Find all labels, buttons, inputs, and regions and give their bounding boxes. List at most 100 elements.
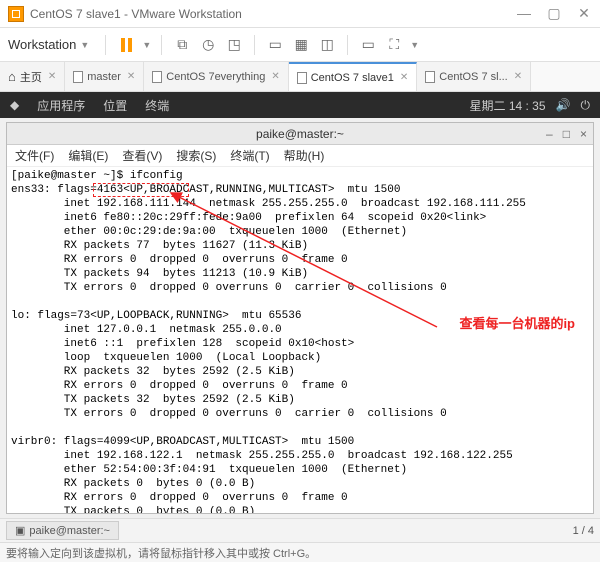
terminal-line: ether 52:54:00:3f:04:91 txqueuelen 1000 … — [11, 463, 589, 477]
menu-terminal[interactable]: 终端(T) — [230, 147, 269, 164]
chevron-down-icon: ▼ — [80, 40, 89, 50]
vmware-titlebar: CentOS 7 slave1 - VMware Workstation — ▢… — [0, 0, 600, 28]
terminal-menu[interactable]: 终端 — [145, 97, 169, 114]
terminal-line: virbr0: flags=4099<UP,BROADCAST,MULTICAS… — [11, 435, 589, 449]
terminal-line: TX errors 0 dropped 0 overruns 0 carrier… — [11, 407, 589, 421]
terminal-line: TX packets 0 bytes 0 (0.0 B) — [11, 505, 589, 513]
separator — [105, 35, 106, 55]
vmware-hint-bar: 要将输入定向到该虚拟机，请将鼠标指针移入其中或按 Ctrl+G。 — [0, 542, 600, 562]
guest-statusbar: ▣ paike@master:~ 1 / 4 — [0, 518, 600, 542]
input-redirect-hint: 要将输入定向到该虚拟机，请将鼠标指针移入其中或按 Ctrl+G。 — [6, 548, 316, 560]
tab-centos-slave1[interactable]: CentOS 7 slave1 ✕ — [289, 62, 418, 91]
screenshot-button[interactable]: ◳ — [224, 35, 244, 55]
terminal-line: [paike@master ~]$ ifconfig — [11, 169, 589, 183]
library-button[interactable]: ▭ — [358, 35, 378, 55]
terminal-line: RX errors 0 dropped 0 overruns 0 frame 0 — [11, 379, 589, 393]
terminal-line: RX errors 0 dropped 0 overruns 0 frame 0 — [11, 491, 589, 505]
terminal-line: TX packets 94 bytes 11213 (10.9 KiB) — [11, 267, 589, 281]
menu-search[interactable]: 搜索(S) — [176, 147, 216, 164]
vmware-icon — [8, 6, 24, 22]
unity-button[interactable]: ◫ — [317, 35, 337, 55]
doc-icon — [297, 72, 307, 84]
workstation-menu[interactable]: Workstation ▼ — [8, 37, 95, 52]
home-icon: ⌂ — [8, 69, 16, 84]
maximize-button[interactable]: □ — [563, 127, 570, 141]
close-icon[interactable]: ✕ — [48, 71, 56, 82]
window-title: CentOS 7 slave1 - VMware Workstation — [30, 7, 516, 21]
terminal-line: ens33: flags=4163<UP,BROADCAST,RUNNING,M… — [11, 183, 589, 197]
close-icon[interactable]: ✕ — [514, 71, 522, 82]
terminal-body[interactable]: [paike@master ~]$ ifconfigens33: flags=4… — [7, 167, 593, 513]
tab-label: CentOS 7everything — [166, 71, 265, 83]
tab-label: CentOS 7 slave1 — [311, 72, 394, 84]
terminal-titlebar[interactable]: paike@master:~ – □ × — [7, 123, 593, 145]
terminal-line: inet 192.168.111.144 netmask 255.255.255… — [11, 197, 589, 211]
close-button[interactable]: × — [580, 127, 587, 141]
chevron-down-icon[interactable]: ▼ — [142, 40, 151, 50]
vmware-toolbar: Workstation ▼ ▼ ⧉ ◷ ◳ ▭ ▦ ◫ ▭ ⛶ ▼ — [0, 28, 600, 62]
terminal-line: RX packets 77 bytes 11627 (11.3 KiB) — [11, 239, 589, 253]
snapshot-button[interactable]: ◷ — [198, 35, 218, 55]
terminal-icon: ▣ — [15, 524, 25, 537]
doc-icon — [425, 71, 435, 83]
terminal-line: RX errors 0 dropped 0 overruns 0 frame 0 — [11, 253, 589, 267]
menu-file[interactable]: 文件(F) — [15, 147, 54, 164]
send-keys-button[interactable]: ⧉ — [172, 35, 192, 55]
terminal-line: RX packets 32 bytes 2592 (2.5 KiB) — [11, 365, 589, 379]
tab-label: CentOS 7 sl... — [439, 71, 507, 83]
taskbar-label: paike@master:~ — [29, 525, 110, 537]
tab-master[interactable]: master ✕ — [65, 62, 144, 91]
tab-centos-slave-more[interactable]: CentOS 7 sl... ✕ — [417, 62, 531, 91]
tab-home[interactable]: ⌂ 主页 ✕ — [0, 62, 65, 91]
activities-icon[interactable]: ◆ — [10, 98, 19, 112]
close-button[interactable]: ✕ — [576, 5, 592, 22]
tab-label: master — [87, 71, 121, 83]
terminal-window: paike@master:~ – □ × 文件(F) 编辑(E) 查看(V) 搜… — [6, 122, 594, 514]
power-icon[interactable]: ⏻ — [581, 98, 591, 113]
separator — [254, 35, 255, 55]
terminal-line — [11, 421, 589, 435]
menu-view[interactable]: 查看(V) — [122, 147, 162, 164]
separator — [347, 35, 348, 55]
guest-topbar: ◆ 应用程序 位置 终端 星期二 14 : 35 🔊 ⏻ — [0, 92, 600, 118]
window-controls: — ▢ ✕ — [516, 5, 592, 22]
terminal-line: TX errors 0 dropped 0 overruns 0 carrier… — [11, 281, 589, 295]
terminal-line: inet 192.168.122.1 netmask 255.255.255.0… — [11, 449, 589, 463]
clock-label: 星期二 14 : 35 — [470, 97, 546, 114]
vm-tabbar: ⌂ 主页 ✕ master ✕ CentOS 7everything ✕ Cen… — [0, 62, 600, 92]
terminal-line: RX packets 0 bytes 0 (0.0 B) — [11, 477, 589, 491]
menu-edit[interactable]: 编辑(E) — [68, 147, 108, 164]
chevron-down-icon[interactable]: ▼ — [410, 40, 419, 50]
volume-icon[interactable]: 🔊 — [556, 98, 571, 112]
terminal-line: loop txqueuelen 1000 (Local Loopback) — [11, 351, 589, 365]
terminal-line: inet6 ::1 prefixlen 128 scopeid 0x10<hos… — [11, 337, 589, 351]
separator — [161, 35, 162, 55]
doc-icon — [73, 71, 83, 83]
close-icon[interactable]: ✕ — [400, 72, 408, 83]
workstation-menu-label: Workstation — [8, 37, 76, 52]
terminal-line: inet6 fe80::20c:29ff:fede:9a00 prefixlen… — [11, 211, 589, 225]
thumbnail-button[interactable]: ▦ — [291, 35, 311, 55]
terminal-line: TX packets 32 bytes 2592 (2.5 KiB) — [11, 393, 589, 407]
close-icon[interactable]: ✕ — [271, 71, 279, 82]
tab-home-label: 主页 — [20, 69, 42, 85]
annotation-text: 查看每一台机器的ip — [459, 317, 575, 331]
workspace-pager[interactable]: 1 / 4 — [573, 525, 594, 537]
terminal-line — [11, 295, 589, 309]
doc-icon — [152, 71, 162, 83]
maximize-button[interactable]: ▢ — [546, 5, 562, 22]
terminal-menubar: 文件(F) 编辑(E) 查看(V) 搜索(S) 终端(T) 帮助(H) — [7, 145, 593, 167]
tab-centos-everything[interactable]: CentOS 7everything ✕ — [144, 62, 288, 91]
pause-button[interactable] — [116, 35, 136, 55]
menu-help[interactable]: 帮助(H) — [284, 147, 325, 164]
view-button[interactable]: ▭ — [265, 35, 285, 55]
apps-menu[interactable]: 应用程序 — [37, 97, 85, 114]
taskbar-entry-terminal[interactable]: ▣ paike@master:~ — [6, 521, 119, 540]
terminal-title: paike@master:~ — [256, 127, 344, 141]
minimize-button[interactable]: – — [546, 127, 553, 141]
places-menu[interactable]: 位置 — [103, 97, 127, 114]
close-icon[interactable]: ✕ — [127, 71, 135, 82]
fullscreen-button[interactable]: ⛶ — [384, 35, 404, 55]
minimize-button[interactable]: — — [516, 5, 532, 22]
terminal-line: ether 00:0c:29:de:9a:00 txqueuelen 1000 … — [11, 225, 589, 239]
